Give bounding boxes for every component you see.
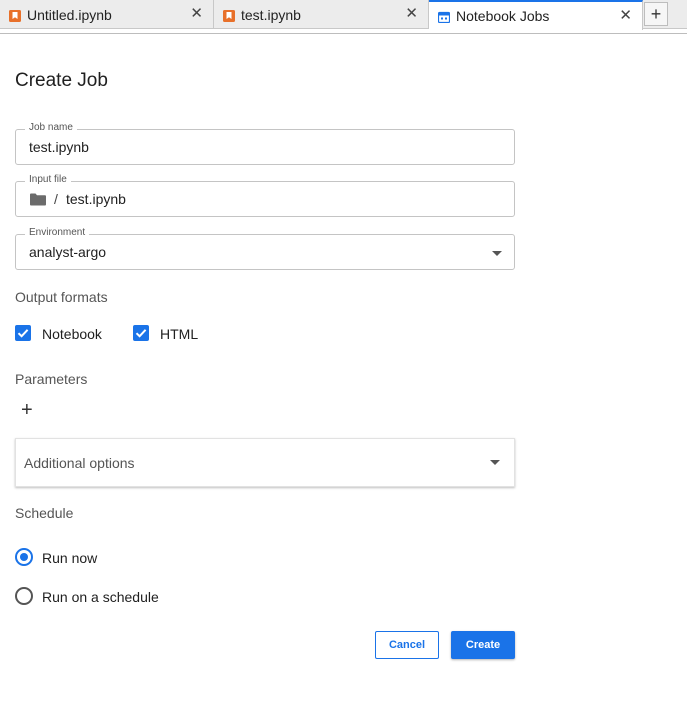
tab-untitled-notebook[interactable]: Untitled.ipynb ✕ [0,0,214,29]
folder-icon [30,193,46,211]
job-name-value[interactable]: test.ipynb [29,139,89,155]
tab-label: Notebook Jobs [456,8,550,24]
check-icon [17,329,29,338]
environment-label: Environment [25,227,90,238]
environment-value: analyst-argo [29,244,107,260]
notebook-icon [9,9,21,22]
new-tab-button[interactable]: + [644,2,668,26]
tab-bar: Untitled.ipynb ✕ test.ipynb ✕ Notebook J… [0,0,687,30]
check-icon [135,329,147,338]
calendar-icon [437,10,451,24]
notebook-icon [223,9,235,22]
tab-label: test.ipynb [241,6,301,23]
input-file-field[interactable]: Input file / test.ipynb [15,174,515,217]
divider [0,33,687,34]
input-file-label: Input file [25,174,71,185]
close-icon[interactable]: ✕ [190,6,203,21]
additional-options-label: Additional options [24,455,135,471]
output-formats-heading: Output formats [15,289,108,305]
chevron-down-icon [492,251,502,256]
notebook-checkbox-label[interactable]: Notebook [42,326,102,342]
html-checkbox-label[interactable]: HTML [160,326,198,342]
additional-options-accordion[interactable]: Additional options [15,438,515,487]
tab-label: Untitled.ipynb [27,6,112,23]
cancel-button[interactable]: Cancel [375,631,439,659]
input-file-value: test.ipynb [66,191,126,207]
create-button[interactable]: Create [451,631,515,659]
close-icon[interactable]: ✕ [405,6,418,21]
notebook-checkbox[interactable] [15,325,31,341]
tab-notebook-jobs[interactable]: Notebook Jobs ✕ [429,0,643,30]
run-on-schedule-label[interactable]: Run on a schedule [42,589,159,605]
run-on-schedule-radio[interactable] [15,587,33,605]
parameters-heading: Parameters [15,371,88,387]
job-name-label: Job name [25,122,77,133]
tab-test-notebook[interactable]: test.ipynb ✕ [214,0,429,29]
job-name-field[interactable]: Job name test.ipynb [15,122,515,165]
schedule-heading: Schedule [15,505,74,521]
chevron-down-icon [490,460,500,465]
run-now-label[interactable]: Run now [42,550,97,566]
environment-select[interactable]: Environment analyst-argo [15,227,515,270]
run-now-radio[interactable] [15,548,33,566]
path-separator: / [54,191,58,207]
close-icon[interactable]: ✕ [619,8,632,23]
html-checkbox[interactable] [133,325,149,341]
page-title: Create Job [15,70,108,91]
add-parameter-button[interactable]: + [21,400,33,420]
